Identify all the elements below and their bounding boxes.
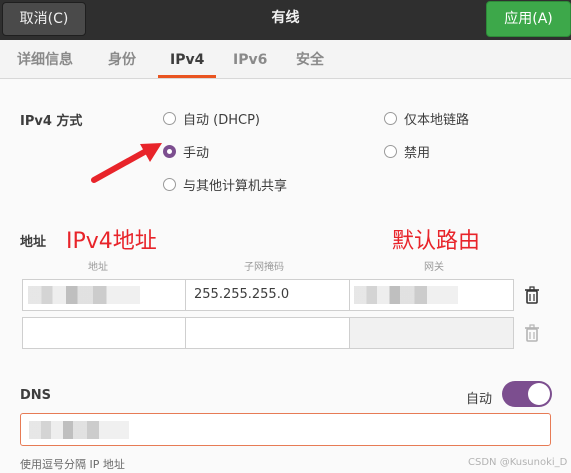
dns-auto-label: 自动 — [466, 392, 493, 407]
trash-icon[interactable] — [519, 283, 545, 309]
radio-disabled[interactable]: 禁用 — [384, 142, 430, 161]
watermark: CSDN @Kusunoki_D — [468, 457, 568, 468]
address-section-label: 地址 — [20, 235, 47, 250]
ipv4-address-annotation: IPv4地址 — [66, 229, 157, 254]
radio-button[interactable] — [163, 112, 176, 125]
header-bar: 取消(C) 有线 应用(A) — [0, 0, 571, 40]
dns-auto-toggle[interactable] — [502, 381, 552, 407]
radio-auto-dhcp[interactable]: 自动 (DHCP) — [163, 109, 260, 128]
dns-label: DNS — [20, 388, 52, 403]
column-header-netmask: 子网掩码 — [244, 262, 284, 273]
radio-button[interactable] — [384, 145, 397, 158]
column-header-address: 地址 — [88, 262, 108, 273]
tab-ipv4[interactable]: IPv4 — [158, 40, 217, 78]
tab-ipv6[interactable]: IPv6 — [233, 40, 267, 78]
apply-button[interactable]: 应用(A) — [486, 1, 571, 37]
tab-security[interactable]: 安全 — [296, 40, 324, 78]
red-arrow-icon — [91, 143, 162, 183]
column-header-gateway: 网关 — [424, 262, 444, 273]
address-input[interactable] — [22, 317, 186, 349]
dns-helper-text: 使用逗号分隔 IP 地址 — [20, 458, 125, 471]
radio-label: 手动 — [183, 146, 210, 161]
dns-input[interactable] — [20, 413, 551, 446]
netmask-input[interactable] — [185, 317, 350, 349]
radio-link-local[interactable]: 仅本地链路 — [384, 109, 469, 128]
radio-label: 仅本地链路 — [404, 113, 470, 128]
radio-button[interactable] — [384, 112, 397, 125]
redacted-gateway — [354, 286, 458, 304]
tab-details[interactable]: 详细信息 — [17, 40, 73, 78]
gateway-input — [349, 317, 514, 349]
tab-identity[interactable]: 身份 — [108, 40, 136, 78]
ipv4-method-label: IPv4 方式 — [20, 114, 83, 129]
radio-label: 与其他计算机共享 — [183, 179, 288, 194]
tab-bar: 详细信息 身份 IPv4 IPv6 安全 — [0, 40, 571, 79]
default-gateway-annotation: 默认路由 — [392, 229, 481, 254]
radio-label: 自动 (DHCP) — [183, 113, 260, 128]
netmask-input[interactable]: 255.255.255.0 — [185, 279, 350, 311]
trash-icon — [525, 324, 539, 342]
radio-shared[interactable]: 与其他计算机共享 — [163, 175, 287, 194]
redacted-address — [28, 286, 140, 304]
radio-label: 禁用 — [404, 146, 431, 161]
radio-manual[interactable]: 手动 — [163, 142, 209, 161]
redacted-dns — [29, 421, 129, 439]
